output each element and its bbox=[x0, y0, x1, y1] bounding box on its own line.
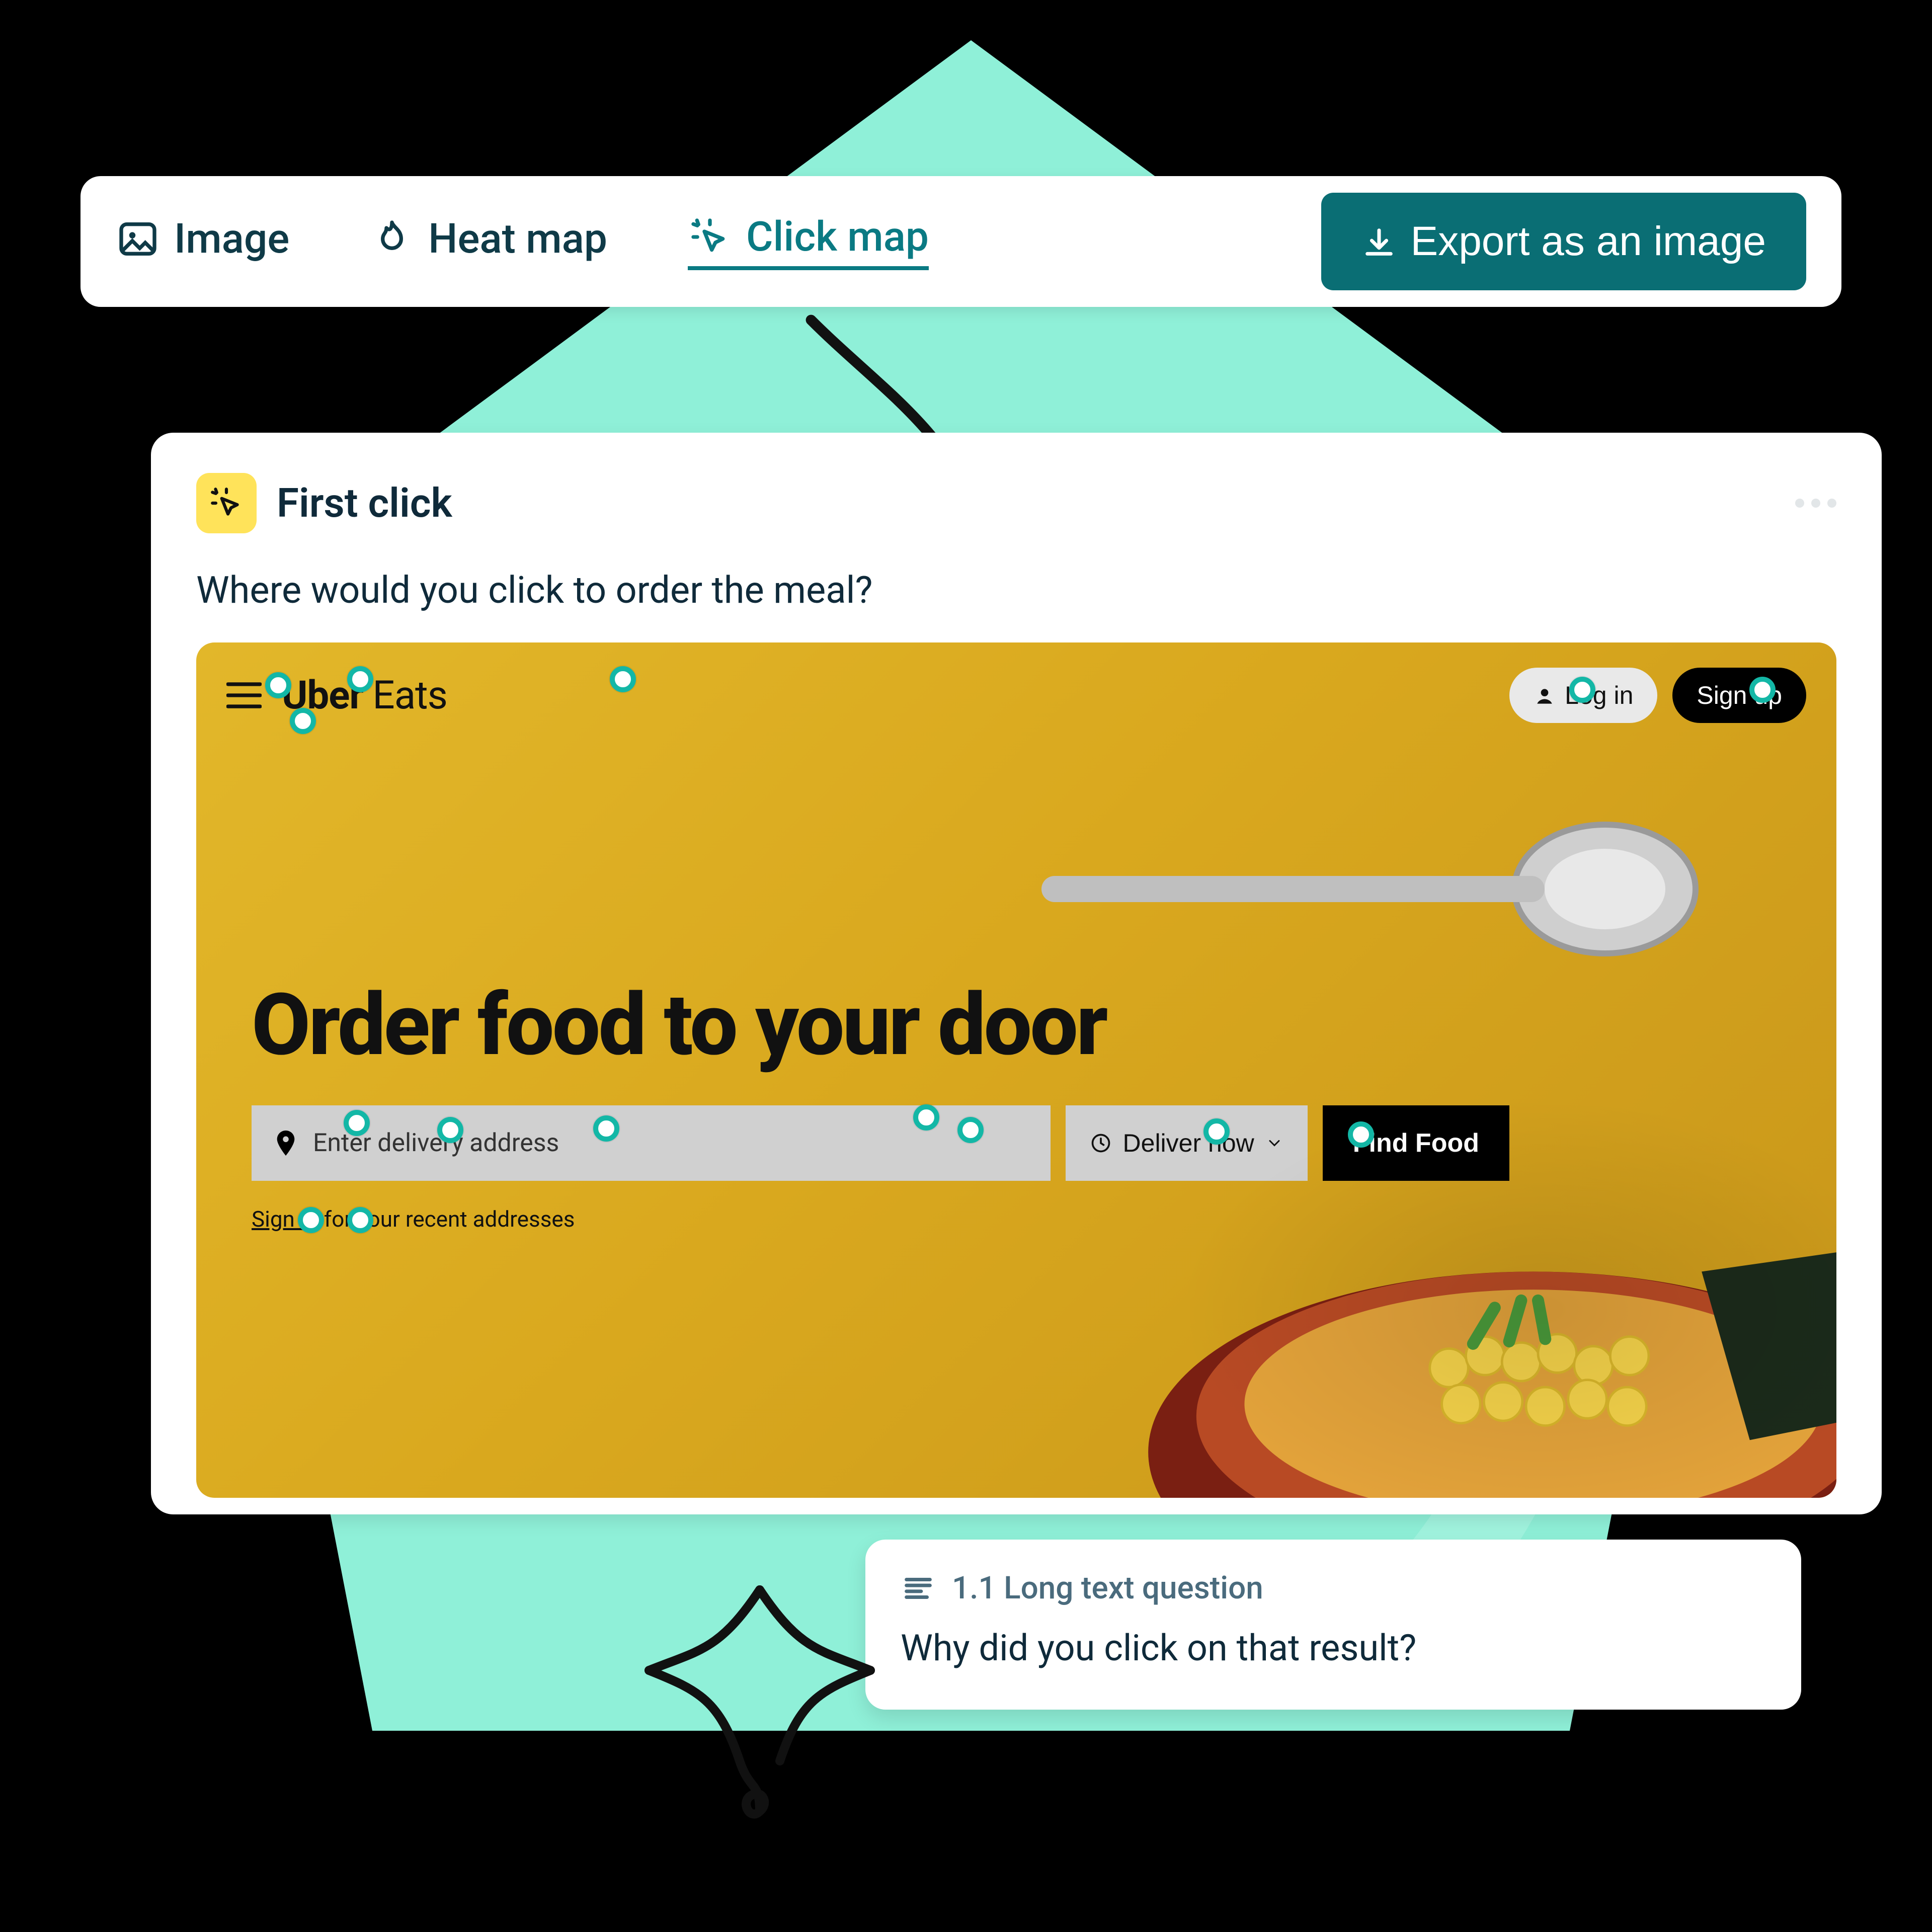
first-click-card: First click Where would you click to ord… bbox=[151, 433, 1882, 1514]
find-food-button[interactable]: Find Food bbox=[1323, 1105, 1509, 1181]
longtext-icon bbox=[901, 1571, 936, 1606]
site-headline: Order food to your door bbox=[252, 975, 1106, 1075]
login-label: Log in bbox=[1565, 681, 1633, 710]
brand-part-b: Eats bbox=[372, 673, 447, 718]
clock-icon bbox=[1090, 1132, 1112, 1154]
tab-heatmap-label: Heat map bbox=[428, 215, 607, 263]
spoon-illustration bbox=[1001, 793, 1706, 985]
export-button[interactable]: Export as an image bbox=[1321, 193, 1807, 290]
tab-clickmap-label: Click map bbox=[746, 213, 929, 261]
pin-icon bbox=[276, 1131, 296, 1156]
card-prompt: Where would you click to order the meal? bbox=[196, 569, 1836, 612]
hamburger-icon[interactable] bbox=[226, 682, 262, 709]
signin-hint: Sign In for your recent addresses bbox=[252, 1206, 575, 1232]
signin-link[interactable]: Sign In bbox=[252, 1206, 318, 1232]
followup-header: 1.1 Long text question bbox=[901, 1570, 1766, 1606]
site-topbar: Uber Eats Log in Sign up bbox=[226, 668, 1806, 723]
site-preview: Uber Eats Log in Sign up Order food to y… bbox=[196, 642, 1836, 1498]
deliver-now-select[interactable]: Deliver now bbox=[1066, 1105, 1308, 1181]
first-click-badge bbox=[196, 473, 257, 533]
card-header: First click bbox=[196, 473, 1836, 533]
person-icon bbox=[1534, 684, 1556, 706]
brand-part-a: Uber bbox=[282, 673, 363, 718]
site-topbar-right: Log in Sign up bbox=[1509, 668, 1806, 723]
followup-label: 1.1 Long text question bbox=[952, 1570, 1263, 1606]
signin-rest: for your recent addresses bbox=[318, 1206, 575, 1232]
address-placeholder: Enter delivery address bbox=[313, 1129, 559, 1158]
login-button[interactable]: Log in bbox=[1509, 668, 1657, 723]
followup-question: Why did you click on that result? bbox=[901, 1627, 1766, 1669]
flame-icon bbox=[370, 217, 414, 261]
brand-logo[interactable]: Uber Eats bbox=[282, 673, 447, 718]
tab-image[interactable]: Image bbox=[116, 215, 289, 268]
deliver-now-label: Deliver now bbox=[1123, 1129, 1254, 1158]
view-toolbar: Image Heat map Click map Export as an im… bbox=[80, 176, 1841, 307]
tab-heatmap[interactable]: Heat map bbox=[370, 215, 607, 268]
tab-image-label: Image bbox=[174, 215, 289, 263]
tab-clickmap[interactable]: Click map bbox=[688, 213, 929, 270]
signup-label: Sign up bbox=[1697, 681, 1782, 710]
click-icon bbox=[688, 215, 732, 259]
find-food-label: Find Food bbox=[1353, 1129, 1479, 1158]
card-overflow-menu[interactable] bbox=[1795, 499, 1836, 508]
image-icon bbox=[116, 217, 160, 261]
chevron-down-icon bbox=[1265, 1134, 1283, 1152]
delivery-address-input[interactable]: Enter delivery address bbox=[252, 1105, 1051, 1181]
export-button-label: Export as an image bbox=[1411, 218, 1766, 265]
card-title: First click bbox=[277, 479, 452, 527]
followup-card: 1.1 Long text question Why did you click… bbox=[865, 1540, 1801, 1710]
download-icon bbox=[1361, 224, 1397, 259]
search-row: Enter delivery address Deliver now Find … bbox=[252, 1105, 1509, 1181]
signup-button[interactable]: Sign up bbox=[1672, 668, 1806, 723]
